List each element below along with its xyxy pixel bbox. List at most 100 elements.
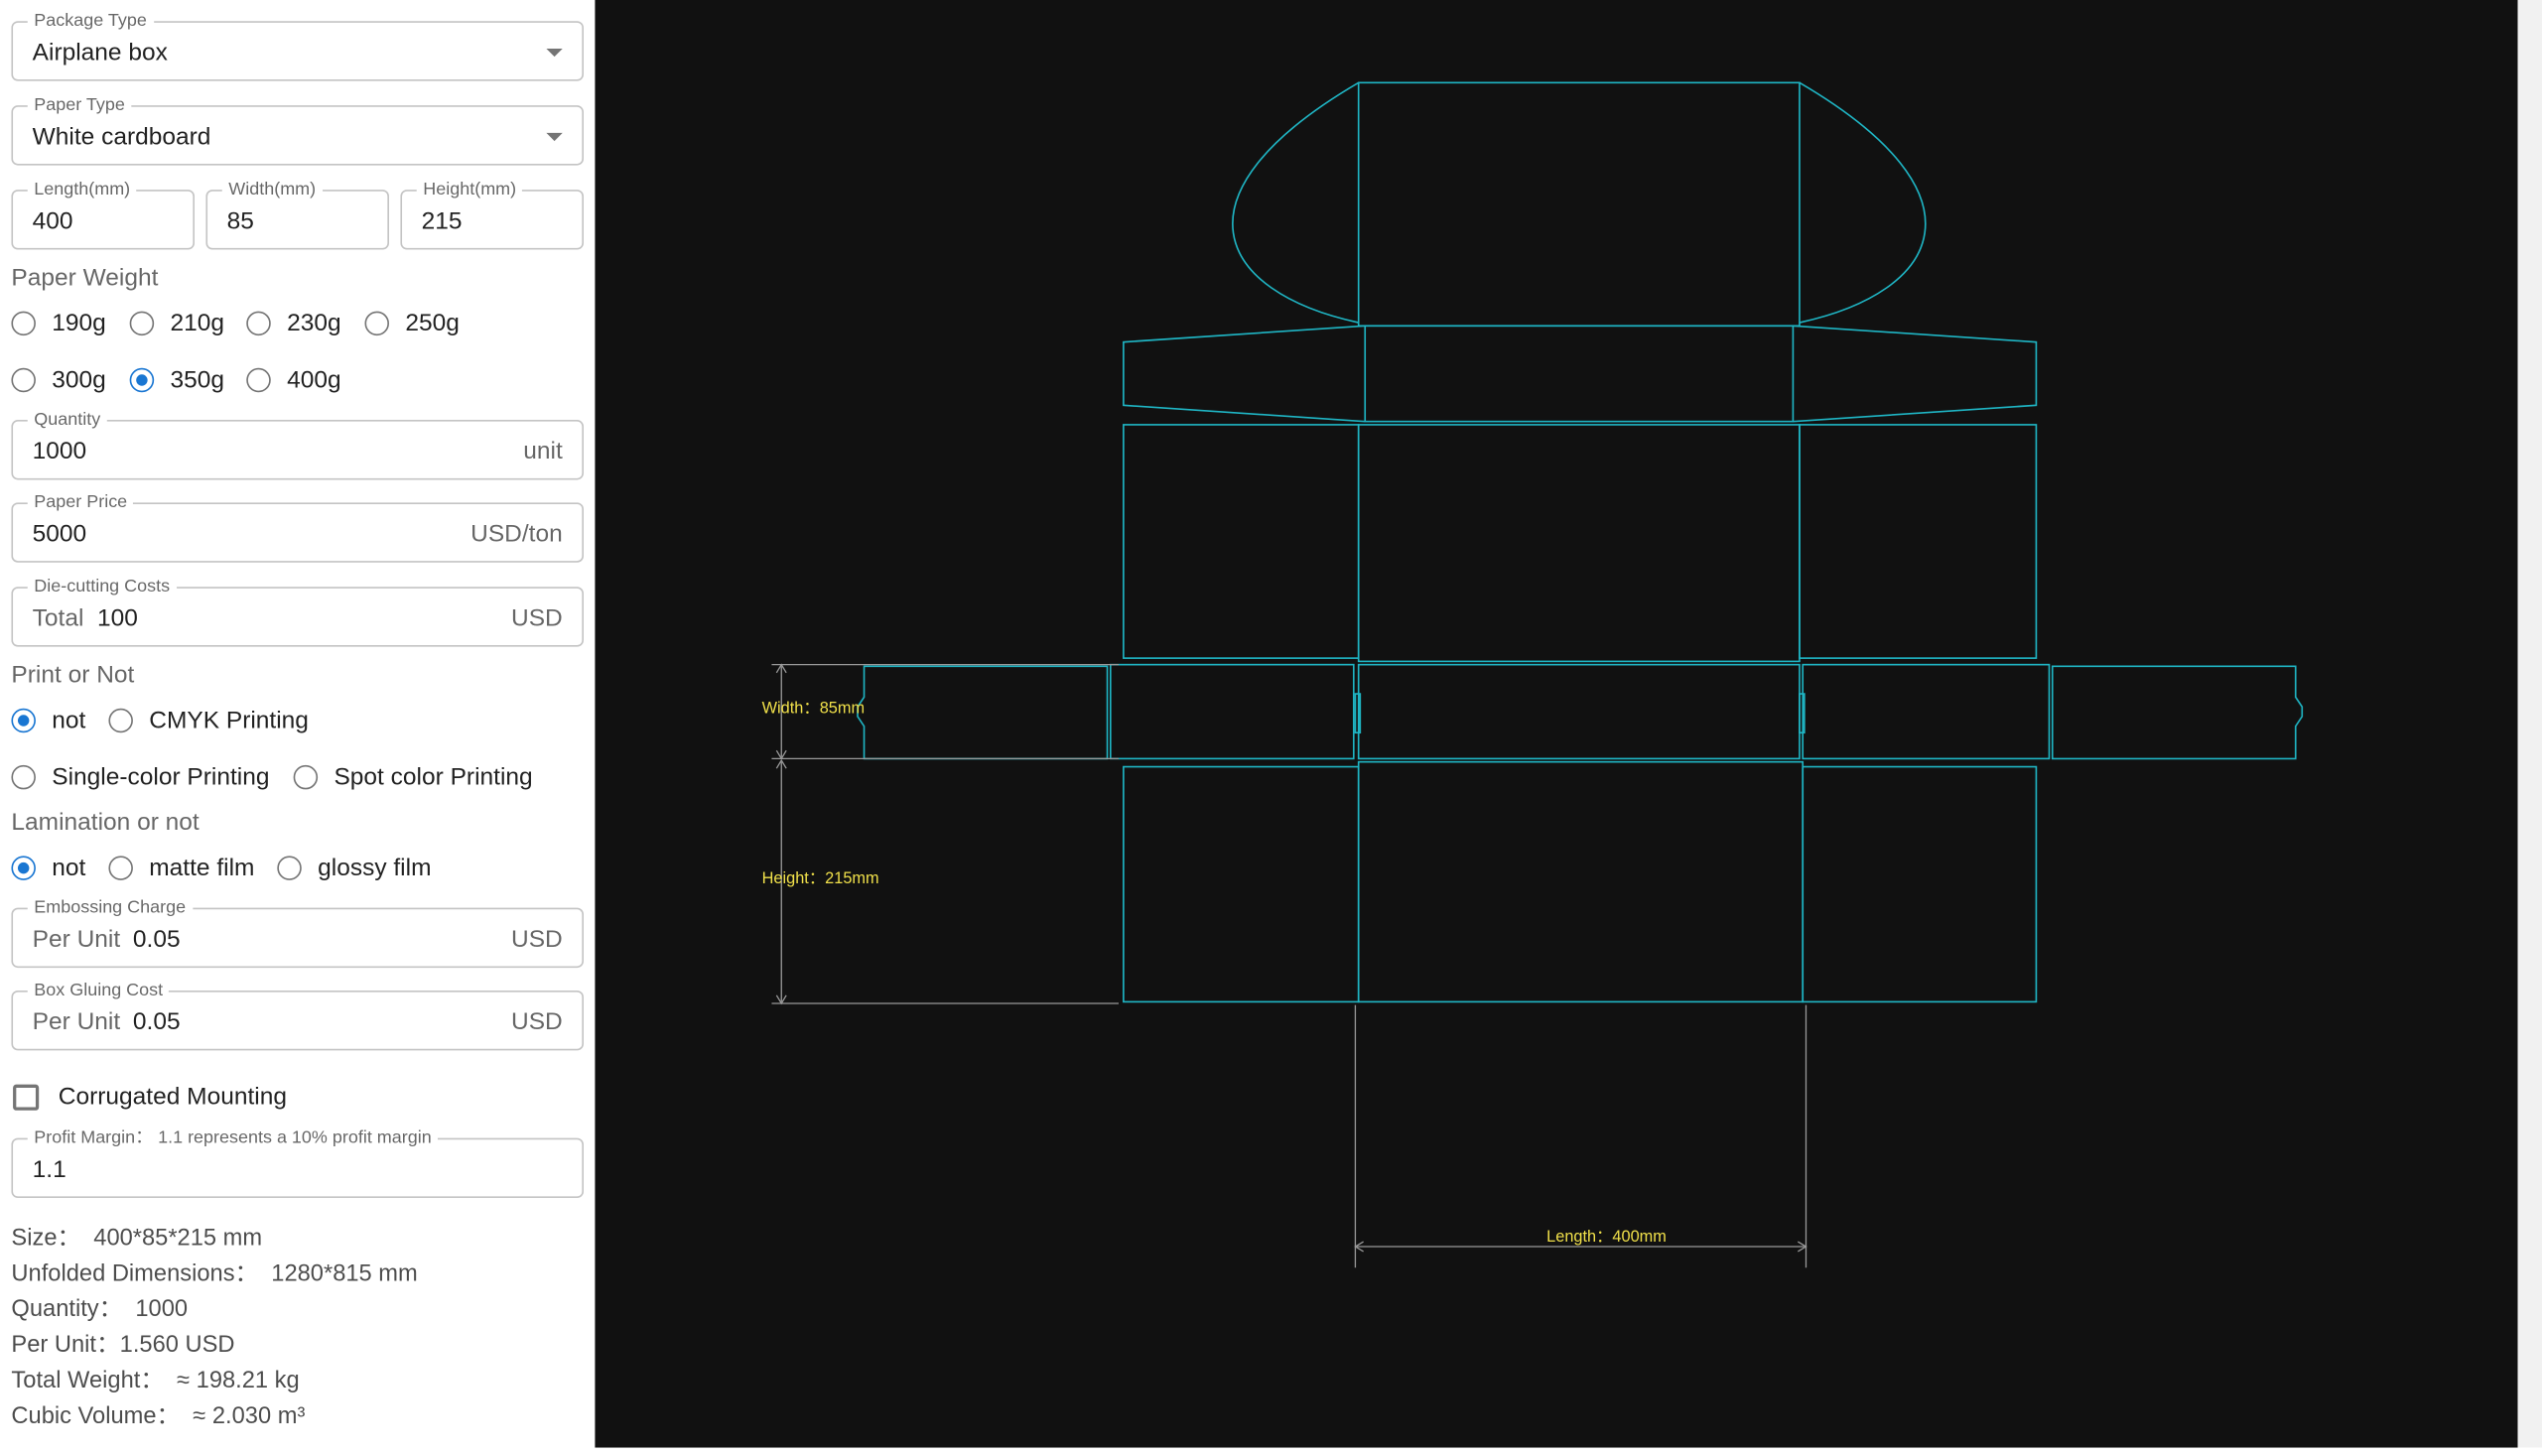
radio-icon [364,311,389,336]
profit-margin-value: 1.1 [32,1155,67,1184]
embossing-label: Embossing Charge [27,897,193,918]
left-back-flap [1123,424,1360,659]
weight-option-350g[interactable]: 350g [129,366,224,394]
gluing-input[interactable]: Box Gluing Cost Per Unit 0.05 USD [11,981,584,1051]
paper-price-unit: USD/ton [470,520,563,549]
quantity-value: 1000 [32,437,87,465]
weight-option-210g[interactable]: 210g [129,310,224,337]
radio-icon [108,856,133,880]
paper-price-input[interactable]: Paper Price 5000 USD/ton [11,492,584,563]
quantity-unit: unit [523,437,563,465]
summary-quantity: Quantity： 1000 [11,1296,189,1323]
height-dimension-label: Height：215mm [762,869,879,887]
print-option-cmyk[interactable]: CMYK Printing [108,707,309,734]
print-option-spot-color[interactable]: Spot color Printing [293,763,533,791]
gluing-label: Box Gluing Cost [27,981,170,1000]
width-dimension-label: Width：85mm [762,700,865,718]
radio-icon [11,764,36,790]
weight-option-250g[interactable]: 250g [364,310,460,337]
dieline-drawing: Width：85mm Height：215mm Length：400mm [762,81,2304,1268]
height-label: Height(mm) [416,180,523,199]
radio-checked-icon [11,856,36,880]
length-input[interactable]: Length(mm) 400 [11,180,195,250]
weight-option-190g[interactable]: 190g [11,310,106,337]
radio-icon [293,764,319,790]
corrugated-label: Corrugated Mounting [58,1083,287,1111]
summary-size: Size： 400*85*215 mm [11,1225,263,1252]
radio-icon [129,311,155,336]
gluing-prefix: Per Unit [32,1007,121,1036]
right-front-flap [1802,765,2038,1003]
die-cutting-input[interactable]: Die-cutting Costs Total 100 USD [11,577,584,647]
profit-margin-label: Profit Margin： 1.1 represents a 10% prof… [27,1127,439,1148]
paper-type-value: White cardboard [32,123,211,151]
lamination-option-not[interactable]: not [11,855,85,882]
lamination-option-matte[interactable]: matte film [108,855,254,882]
package-type-select[interactable]: Package Type Airplane box [11,11,584,81]
height-input[interactable]: Height(mm) 215 [400,180,584,250]
right-dust-flap [1799,81,1927,324]
width-input[interactable]: Width(mm) 85 [205,180,389,250]
embossing-value: 0.05 [132,925,181,954]
embossing-unit: USD [511,925,563,954]
weight-option-300g[interactable]: 300g [11,366,106,394]
right-end-flap [2051,665,2304,760]
checkbox-icon [13,1083,40,1110]
radio-checked-icon [11,708,36,733]
radio-icon [11,311,36,336]
paper-price-label: Paper Price [27,492,134,513]
package-type-label: Package Type [27,11,154,32]
left-lid-tab [1123,325,1366,423]
dieline-canvas[interactable]: Width：85mm Height：215mm Length：400mm [595,0,2518,1448]
weight-option-230g[interactable]: 230g [246,310,341,337]
weight-option-400g[interactable]: 400g [246,366,341,394]
lid-front-panel [1364,325,1795,423]
length-value: 400 [32,207,73,235]
radio-icon [246,311,271,336]
length-dimension-label: Length：400mm [1546,1228,1667,1246]
paper-type-label: Paper Type [27,95,132,115]
summary-weight: Total Weight： ≈ 198.21 kg [11,1368,300,1394]
chevron-down-icon [546,132,563,142]
package-type-value: Airplane box [32,39,168,66]
paper-weight-heading: Paper Weight [11,264,159,292]
right-back-flap [1799,424,2038,659]
bottom-panel [1357,663,1801,760]
dimension-lines [771,663,1807,1268]
front-panel [1357,760,1805,1003]
left-dust-flap [1232,81,1360,324]
radio-icon [277,856,302,880]
lamination-option-glossy[interactable]: glossy film [277,855,431,882]
left-end-flap [857,665,1109,760]
paper-price-value: 5000 [32,520,87,549]
dieline-cut-lines [857,81,2304,1003]
lamination-heading: Lamination or not [11,809,200,837]
print-option-single-color[interactable]: Single-color Printing [11,763,270,791]
top-lid-panel [1357,81,1801,328]
settings-panel: Package Type Airplane box Paper Type Whi… [0,0,596,1448]
quantity-input[interactable]: Quantity 1000 unit [11,410,584,480]
radio-checked-icon [129,367,155,393]
left-front-flap [1123,765,1360,1003]
right-lid-tab [1793,325,2038,423]
right-side-panel [1802,663,2051,760]
die-cutting-label: Die-cutting Costs [27,577,177,597]
print-heading: Print or Not [11,661,135,690]
paper-type-select[interactable]: Paper Type White cardboard [11,95,584,166]
left-side-panel [1109,663,1355,760]
gluing-unit: USD [511,1007,563,1036]
summary-volume: Cubic Volume： ≈ 2.030 m³ [11,1403,306,1430]
embossing-prefix: Per Unit [32,925,121,954]
quantity-label: Quantity [27,410,107,430]
corrugated-checkbox[interactable]: Corrugated Mounting [13,1083,287,1111]
radio-icon [11,367,36,393]
profit-margin-input[interactable]: Profit Margin： 1.1 represents a 10% prof… [11,1127,584,1199]
die-cutting-prefix: Total [32,604,84,632]
length-label: Length(mm) [27,180,137,199]
summary-per-unit: Per Unit：1.560 USD [11,1332,235,1359]
vertical-scrollbar[interactable] [2517,0,2542,1448]
embossing-input[interactable]: Embossing Charge Per Unit 0.05 USD [11,897,584,969]
print-option-not[interactable]: not [11,707,85,734]
summary-unfolded: Unfolded Dimensions： 1280*815 mm [11,1260,418,1287]
radio-icon [246,367,271,393]
